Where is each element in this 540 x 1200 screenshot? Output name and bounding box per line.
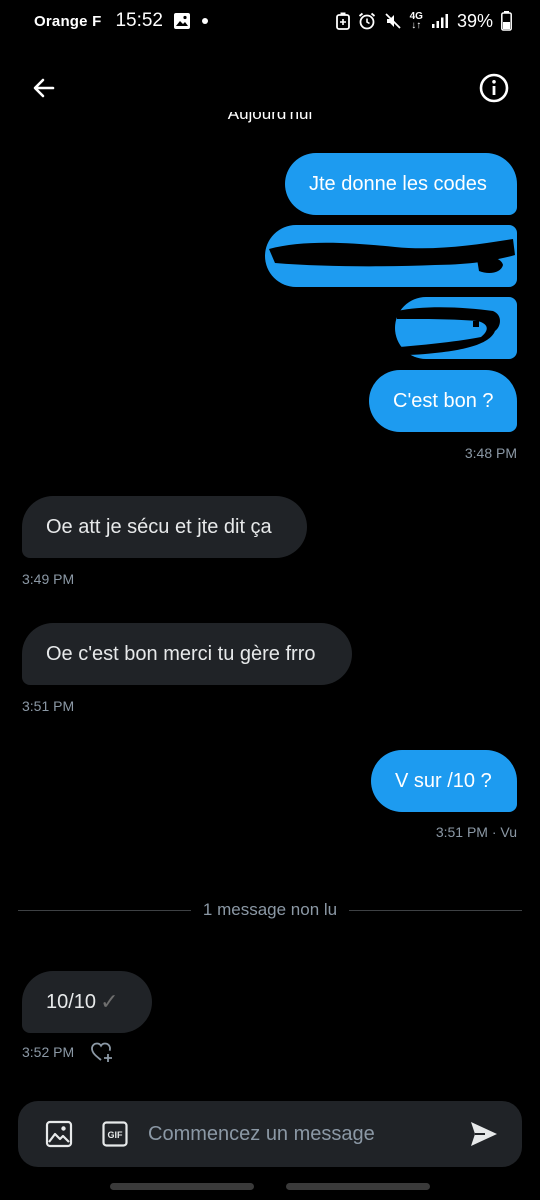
divider-line <box>349 909 523 911</box>
message-bubble-incoming[interactable]: 10/10 ✓ <box>22 971 152 1033</box>
back-button[interactable] <box>24 68 64 108</box>
message-text: 10/10 <box>46 990 97 1013</box>
unread-divider: 1 message non lu <box>18 898 523 922</box>
message-timestamp: 3:49 PM <box>22 571 75 587</box>
message-bubble-outgoing[interactable]: Jte donne les codes <box>285 153 517 215</box>
message-timestamp: 3:51 PM <box>22 698 75 714</box>
gallery-notification-icon <box>173 12 191 30</box>
message-text: Jte donne les codes <box>309 172 487 195</box>
message-bubble-outgoing-redacted[interactable] <box>395 297 517 359</box>
message-text: Oe att je sécu et jte dit ça <box>46 515 272 538</box>
nav-handle[interactable] <box>286 1183 430 1190</box>
unread-label: 1 message non lu <box>202 900 338 919</box>
message-bubble-outgoing-redacted[interactable] <box>265 225 517 287</box>
battery-icon <box>501 11 512 31</box>
message-timestamp: 3:48 PM <box>464 445 517 461</box>
send-icon <box>471 1122 497 1146</box>
message-bubble-incoming[interactable]: Oe att je sécu et jte dit ça <box>22 496 307 558</box>
send-button[interactable] <box>464 1114 504 1154</box>
svg-text:GIF: GIF <box>108 1130 124 1140</box>
message-bubble-outgoing[interactable]: C'est bon ? <box>369 370 517 432</box>
arrow-left-icon <box>33 78 55 98</box>
conversation-header <box>0 62 540 110</box>
image-icon <box>45 1120 73 1148</box>
signal-icon <box>431 13 449 29</box>
info-circle-icon <box>479 73 509 103</box>
notification-dot-icon <box>201 17 209 25</box>
nav-handle[interactable] <box>110 1183 254 1190</box>
heart-plus-icon <box>91 1042 112 1062</box>
message-timestamp: 3:52 PM <box>22 1044 75 1060</box>
add-reaction-button[interactable] <box>90 1040 114 1064</box>
redaction-scribble <box>397 307 500 355</box>
redaction-scribble <box>269 239 515 273</box>
day-separator: Aujourd'hui <box>227 112 313 123</box>
alarm-icon <box>358 12 376 30</box>
message-text: C'est bon ? <box>393 389 494 412</box>
message-read-receipt: 3:51 PM · Vu <box>435 824 517 840</box>
message-input[interactable] <box>148 1122 464 1146</box>
gif-icon: GIF <box>102 1121 128 1147</box>
attach-media-button[interactable] <box>44 1119 74 1149</box>
message-composer: GIF <box>18 1101 522 1167</box>
message-text: Oe c'est bon merci tu gère frro <box>46 642 316 665</box>
message-bubble-outgoing[interactable]: V sur /10 ? <box>371 750 517 812</box>
network-type: 4G ↓↑ <box>409 11 423 31</box>
message-bubble-incoming[interactable]: Oe c'est bon merci tu gère frro <box>22 623 352 685</box>
status-time: 15:52 <box>115 10 163 31</box>
system-nav-bar <box>0 1183 540 1193</box>
attach-gif-button[interactable]: GIF <box>100 1119 130 1149</box>
conversation-info-button[interactable] <box>474 68 514 108</box>
status-bar: Orange F 15:52 4G ↓↑ 39% <box>0 0 540 42</box>
battery-saver-icon <box>335 12 350 30</box>
message-text: V sur /10 ? <box>395 769 492 792</box>
battery-percentage: 39% <box>456 10 493 31</box>
checkmark-icon: ✓ <box>100 989 119 1014</box>
divider-line <box>18 909 191 911</box>
carrier-name: Orange F <box>34 12 102 30</box>
mute-icon <box>384 12 402 30</box>
